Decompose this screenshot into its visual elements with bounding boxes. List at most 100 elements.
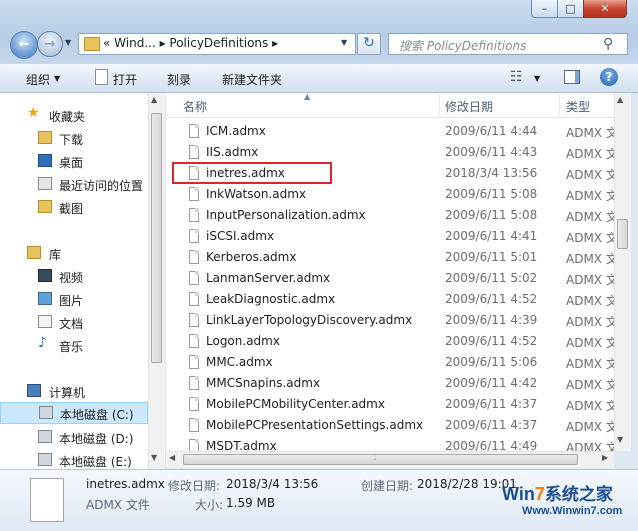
file-icon: [189, 334, 199, 348]
sidebar-item-music[interactable]: ♪ 音乐: [0, 334, 148, 356]
preview-pane-icon[interactable]: [564, 70, 580, 84]
file-icon: [189, 397, 199, 411]
scrollbar-thumb[interactable]: [151, 113, 162, 363]
recent-pages-dropdown[interactable]: ▼: [65, 38, 71, 47]
column-divider[interactable]: [559, 95, 560, 115]
sidebar-item-computer[interactable]: 计算机: [0, 380, 148, 402]
sidebar-item-drive-c[interactable]: 本地磁盘 (C:): [0, 402, 148, 424]
sidebar-item-screenshots[interactable]: 截图: [0, 196, 148, 218]
sidebar-item-label: 下载: [59, 133, 84, 147]
scroll-up-icon[interactable]: ▲: [617, 95, 623, 104]
sidebar-item-downloads[interactable]: 下载: [0, 127, 148, 149]
column-header-type[interactable]: 类型: [566, 98, 590, 115]
command-toolbar: 组织 ▼ 打开 刻录 新建文件夹 ☷ ▼ ?: [0, 64, 638, 93]
file-type: ADMX 文: [566, 294, 614, 308]
forward-button[interactable]: →: [37, 31, 63, 57]
sidebar-item-drive-e[interactable]: 本地磁盘 (E:): [0, 449, 148, 469]
open-button[interactable]: 打开: [113, 71, 137, 88]
sidebar-item-label: 收藏夹: [49, 110, 86, 124]
burn-button[interactable]: 刻录: [167, 71, 191, 88]
sidebar-item-label: 本地磁盘 (E:): [59, 455, 132, 469]
sidebar-item-recent-places[interactable]: 最近访问的位置: [0, 173, 148, 195]
minimize-button[interactable]: –: [531, 0, 558, 18]
breadcrumb[interactable]: « Wind... ▸ PolicyDefinitions ▸: [103, 36, 278, 50]
file-type: ADMX 文: [566, 420, 614, 434]
library-icon: [27, 246, 41, 259]
file-icon: [189, 229, 199, 243]
refresh-button[interactable]: ↻: [357, 33, 381, 55]
back-button[interactable]: ←: [10, 31, 38, 59]
organize-button[interactable]: 组织: [26, 71, 50, 88]
table-row[interactable]: LanmanServer.admx 2009/6/11 5:02 ADMX 文: [166, 268, 614, 289]
file-date: 2009/6/11 4:37: [445, 418, 538, 432]
maximize-button[interactable]: □: [557, 0, 584, 18]
column-header-name[interactable]: 名称: [183, 98, 207, 115]
help-icon[interactable]: ?: [600, 68, 618, 86]
table-row[interactable]: Logon.admx 2009/6/11 4:52 ADMX 文: [166, 331, 614, 352]
table-row[interactable]: Kerberos.admx 2009/6/11 5:01 ADMX 文: [166, 247, 614, 268]
sidebar-item-drive-d[interactable]: 本地磁盘 (D:): [0, 426, 148, 448]
column-header-date[interactable]: 修改日期: [445, 98, 493, 115]
watermark-brand-b: 系统之家: [544, 485, 613, 504]
sidebar-item-desktop[interactable]: 桌面: [0, 150, 148, 172]
view-options-icon[interactable]: ☷: [510, 69, 523, 85]
table-row[interactable]: InputPersonalization.admx 2009/6/11 5:08 A…: [166, 205, 614, 226]
search-icon[interactable]: ⚲: [603, 36, 613, 52]
file-date: 2009/6/11 4:52: [445, 334, 538, 348]
table-row[interactable]: LeakDiagnostic.admx 2009/6/11 4:52 ADMX 文: [166, 289, 614, 310]
hard-drive-icon: [38, 430, 52, 443]
scrollbar-thumb[interactable]: ⦙: [183, 453, 578, 465]
table-row[interactable]: iSCSI.admx 2009/6/11 4:41 ADMX 文: [166, 226, 614, 247]
selected-file-name: inetres.admx: [86, 477, 165, 491]
address-bar[interactable]: « Wind... ▸ PolicyDefinitions ▸ ▼: [78, 33, 356, 55]
file-date: 2009/6/11 4:39: [445, 313, 538, 327]
file-list-horizontal-scrollbar[interactable]: ◀ ⦙ ▶: [166, 451, 614, 468]
sort-ascending-icon: ▲: [304, 93, 311, 101]
file-name: Kerberos.admx: [206, 250, 297, 264]
chevron-down-icon[interactable]: ▼: [54, 74, 60, 83]
table-row[interactable]: MMCSnapins.admx 2009/6/11 4:42 ADMX 文: [166, 373, 614, 394]
table-row[interactable]: LinkLayerTopologyDiscovery.admx 2009/6/11…: [166, 310, 614, 331]
desktop-icon: [38, 154, 52, 167]
sidebar-item-libraries[interactable]: 库: [0, 242, 148, 264]
file-name: MMC.admx: [206, 355, 273, 369]
file-type: ADMX 文: [566, 273, 614, 287]
new-folder-button[interactable]: 新建文件夹: [222, 71, 282, 88]
file-date: 2009/6/11 4:37: [445, 397, 538, 411]
scroll-right-icon[interactable]: ▶: [602, 453, 608, 462]
file-list-vertical-scrollbar[interactable]: ▲ ▼: [614, 93, 631, 451]
table-row[interactable]: MobilePCPresentationSettings.admx 2009/6/…: [166, 415, 614, 436]
file-name: inetres.admx: [206, 166, 285, 180]
table-row[interactable]: IIS.admx 2009/6/11 4:43 ADMX 文: [166, 142, 614, 163]
file-date: 2009/6/11 5:02: [445, 271, 538, 285]
table-row[interactable]: inetres.admx 2018/3/4 13:56 ADMX 文: [166, 162, 614, 184]
scroll-down-icon[interactable]: ▼: [151, 453, 157, 462]
table-row[interactable]: MMC.admx 2009/6/11 5:06 ADMX 文: [166, 352, 614, 373]
file-type: ADMX 文: [566, 231, 614, 245]
file-name: MMCSnapins.admx: [206, 376, 321, 390]
close-button[interactable]: ✕: [583, 0, 627, 18]
scrollbar-thumb[interactable]: [617, 219, 628, 249]
address-dropdown-icon[interactable]: ▼: [341, 38, 347, 47]
scroll-up-icon[interactable]: ▲: [151, 95, 157, 104]
chevron-down-icon[interactable]: ▼: [534, 74, 540, 83]
table-row[interactable]: MSDT.admx 2009/6/11 4:49 ADMX 文: [166, 436, 614, 451]
column-divider[interactable]: [439, 95, 440, 115]
search-input[interactable]: 搜索 PolicyDefinitions ⚲: [388, 33, 628, 55]
sidebar-item-videos[interactable]: 视频: [0, 265, 148, 287]
size-value: 1.59 MB: [226, 496, 276, 510]
file-date: 2009/6/11 4:42: [445, 376, 538, 390]
navigation-scrollbar[interactable]: ▲ ▼: [148, 93, 165, 469]
scroll-down-icon[interactable]: ▼: [617, 435, 623, 444]
file-type: ADMX 文: [566, 441, 614, 451]
table-row[interactable]: ICM.admx 2009/6/11 4:44 ADMX 文: [166, 121, 614, 142]
table-row[interactable]: MobilePCMobilityCenter.admx 2009/6/11 4:3…: [166, 394, 614, 415]
file-icon: [189, 250, 199, 264]
sidebar-item-favorites[interactable]: ★ 收藏夹: [0, 104, 148, 126]
sidebar-item-documents[interactable]: 文档: [0, 311, 148, 333]
file-type: ADMX 文: [566, 147, 614, 161]
sidebar-item-pictures[interactable]: 图片: [0, 288, 148, 310]
file-date: 2009/6/11 5:01: [445, 250, 538, 264]
scroll-left-icon[interactable]: ◀: [169, 453, 175, 462]
table-row[interactable]: InkWatson.admx 2009/6/11 5:08 ADMX 文: [166, 184, 614, 205]
